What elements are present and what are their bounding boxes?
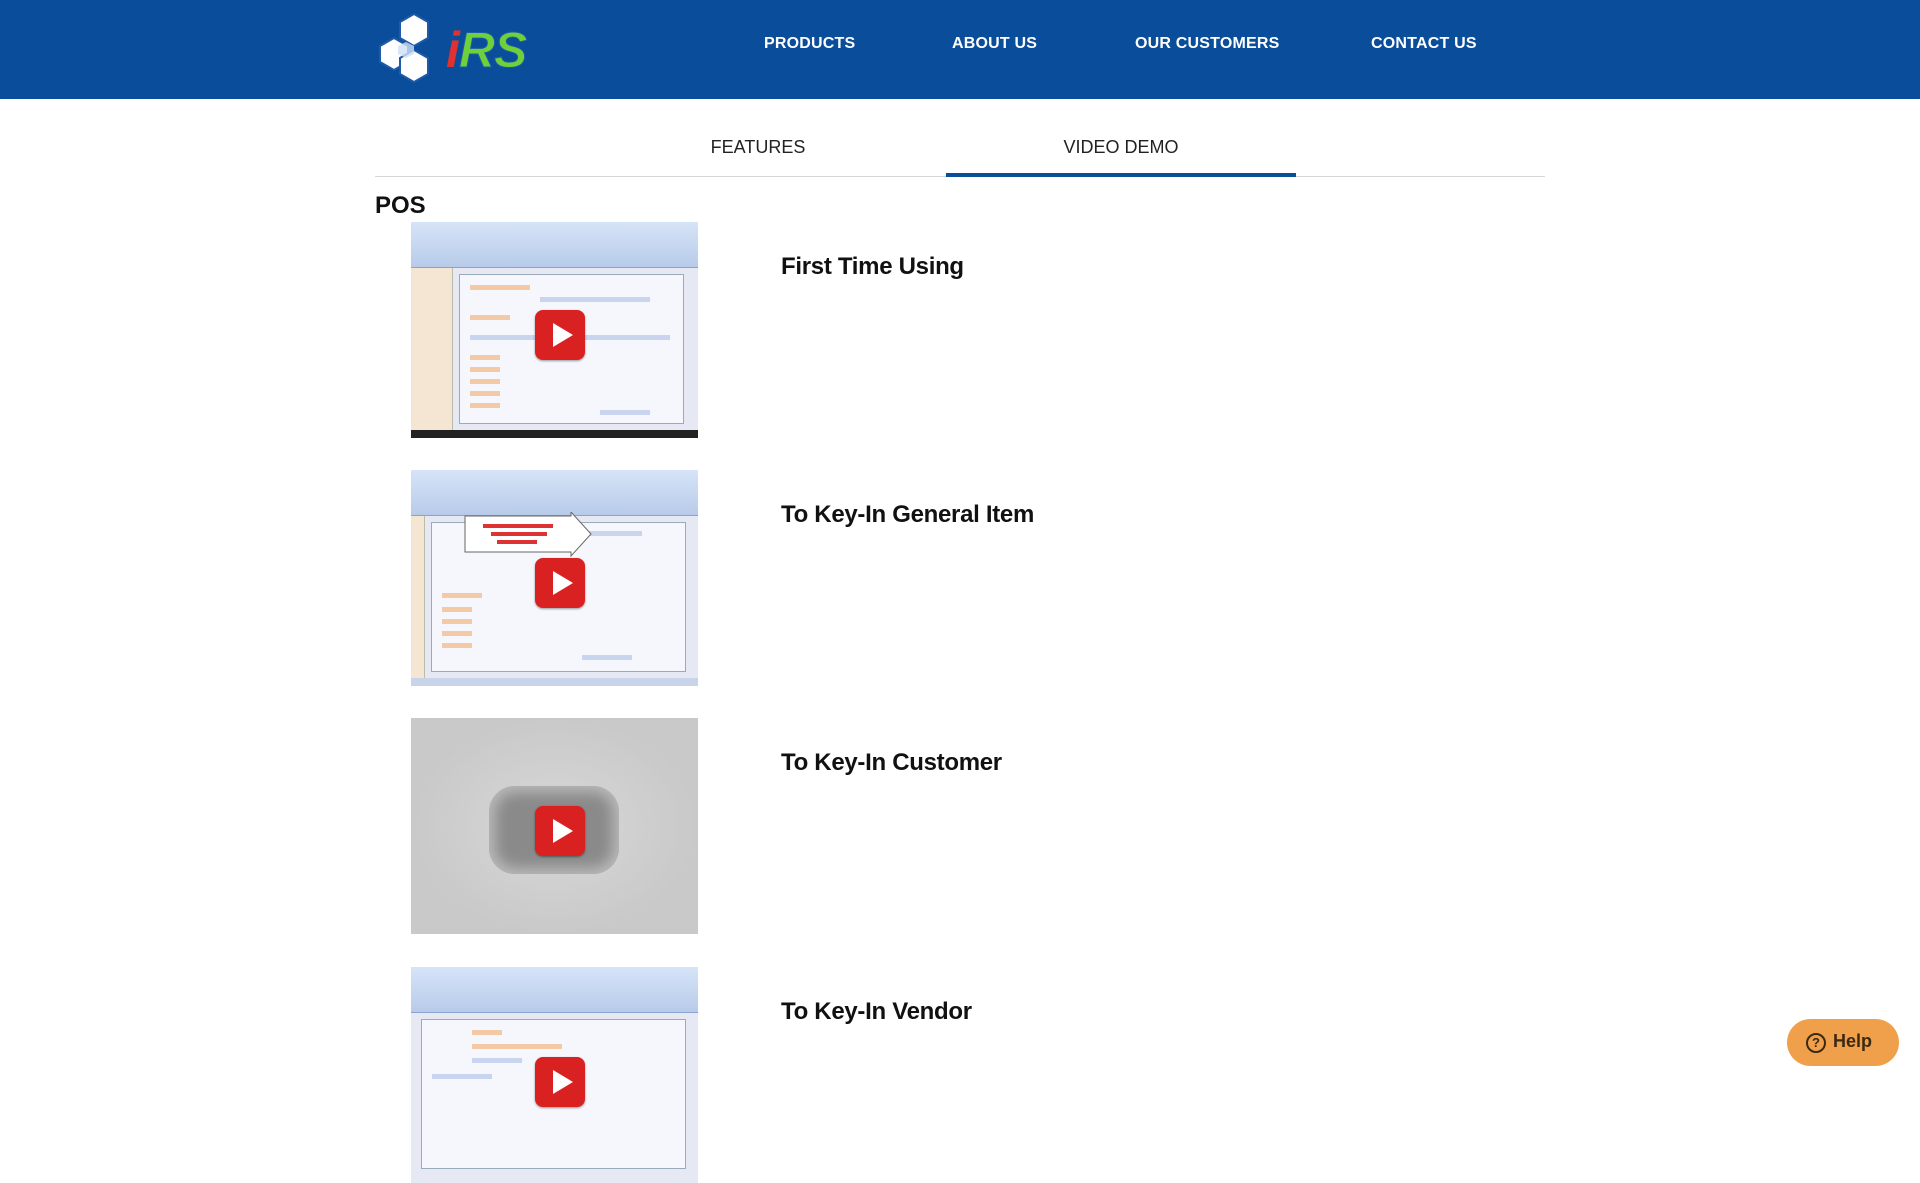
- tab-video-demo[interactable]: VIDEO DEMO: [946, 128, 1296, 177]
- tab-features[interactable]: FEATURES: [608, 128, 908, 177]
- video-title[interactable]: To Key-In Customer: [781, 749, 1002, 777]
- logo-wordmark: iRS: [446, 22, 528, 79]
- nav-our-customers[interactable]: OUR CUSTOMERS: [1135, 35, 1280, 53]
- video-item: To Key-In Vendor: [0, 967, 1920, 1183]
- thumbnail-toolbar: [411, 967, 698, 1013]
- video-thumbnail[interactable]: [411, 967, 698, 1183]
- thumbnail-toolbar: [411, 222, 698, 268]
- video-title[interactable]: First Time Using: [781, 253, 964, 281]
- video-item: First Time Using: [0, 222, 1920, 438]
- video-title[interactable]: To Key-In General Item: [781, 501, 1034, 529]
- thumbnail-statusbar: [411, 678, 698, 686]
- callout-arrow-icon: [464, 512, 592, 558]
- video-item: To Key-In General Item: [0, 470, 1920, 686]
- thumbnail-sidebar: [411, 268, 453, 438]
- nav-contact-us[interactable]: CONTACT US: [1371, 35, 1477, 53]
- thumbnail-sidebar: [411, 516, 425, 686]
- play-icon[interactable]: [535, 558, 585, 608]
- section-title: POS: [375, 192, 426, 219]
- play-icon[interactable]: [535, 1057, 585, 1107]
- play-icon[interactable]: [535, 310, 585, 360]
- help-button[interactable]: ? Help: [1787, 1019, 1899, 1066]
- site-header: iRS PRODUCTS ABOUT US OUR CUSTOMERS CONT…: [0, 0, 1920, 99]
- hexagon-logo-icon: [379, 12, 429, 84]
- question-circle-icon: ?: [1806, 1033, 1826, 1053]
- video-item: To Key-In Customer: [0, 718, 1920, 934]
- nav-products[interactable]: PRODUCTS: [764, 35, 855, 53]
- nav-about-us[interactable]: ABOUT US: [952, 35, 1037, 53]
- irs-logo[interactable]: iRS: [376, 12, 536, 88]
- play-icon[interactable]: [535, 806, 585, 856]
- video-thumbnail[interactable]: [411, 222, 698, 438]
- tab-bar: FEATURES VIDEO DEMO: [375, 128, 1545, 177]
- help-label: Help: [1833, 1031, 1873, 1051]
- thumbnail-statusbar: [411, 430, 698, 438]
- thumbnail-toolbar: [411, 470, 698, 516]
- video-thumbnail[interactable]: [411, 718, 698, 934]
- video-thumbnail[interactable]: [411, 470, 698, 686]
- video-title[interactable]: To Key-In Vendor: [781, 998, 972, 1026]
